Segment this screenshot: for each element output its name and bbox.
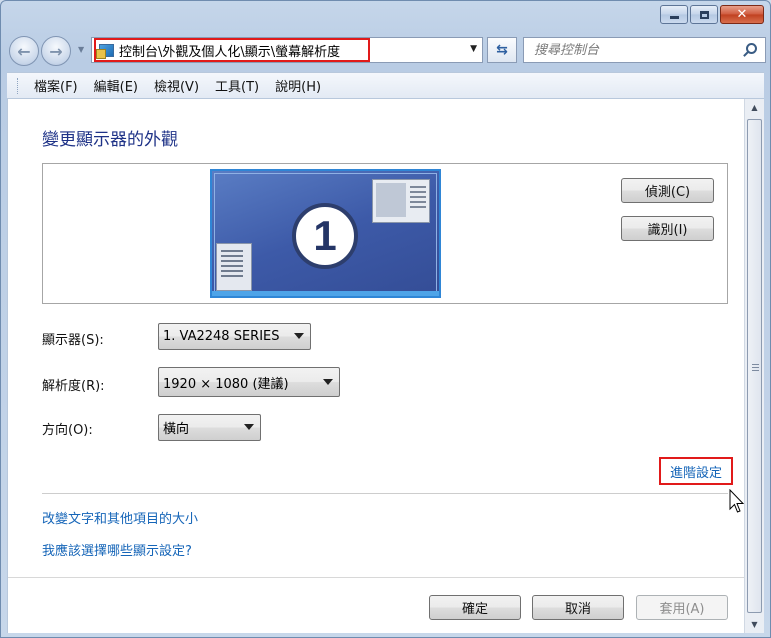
ok-button[interactable]: 確定 xyxy=(429,595,521,620)
control-panel-icon xyxy=(96,43,114,59)
minimize-button[interactable] xyxy=(660,5,688,24)
minimize-icon xyxy=(669,16,679,19)
back-button[interactable]: ← xyxy=(9,36,39,66)
back-arrow-icon: ← xyxy=(17,41,31,61)
menu-file[interactable]: 檔案(F) xyxy=(26,73,86,98)
scroll-up-icon[interactable]: ▲ xyxy=(745,99,764,116)
display-select-value: 1. VA2248 SERIES xyxy=(163,329,280,344)
which-settings-link[interactable]: 我應該選擇哪些顯示設定? xyxy=(42,540,192,559)
divider xyxy=(42,493,728,494)
vertical-scrollbar[interactable]: ▲ ▼ xyxy=(744,99,764,633)
chevron-down-icon xyxy=(323,379,333,385)
content-pane: 變更顯示器的外觀 1 偵測(C) 識別(I) 顯示器(S): 1. VA2248… xyxy=(7,99,745,633)
thumb-grip xyxy=(752,364,759,371)
maximize-button[interactable] xyxy=(690,5,718,24)
maximize-icon xyxy=(699,10,709,19)
orientation-label: 方向(O): xyxy=(42,423,93,438)
menu-edit[interactable]: 編輯(E) xyxy=(86,73,146,98)
menu-view[interactable]: 檢視(V) xyxy=(146,73,207,98)
resolution-select-value: 1920 × 1080 (建議) xyxy=(163,376,289,392)
search-input[interactable] xyxy=(524,38,734,62)
document-thumbnail-icon xyxy=(216,243,252,291)
monitor-1-preview[interactable]: 1 xyxy=(210,169,441,298)
orientation-select[interactable]: 橫向 xyxy=(158,414,261,441)
address-highlight: 控制台\外觀及個人化\顯示\螢幕解析度 xyxy=(94,38,370,62)
monitor-number-badge: 1 xyxy=(292,203,358,269)
orientation-select-value: 橫向 xyxy=(163,422,190,437)
address-bar[interactable]: 控制台\外觀及個人化\顯示\螢幕解析度 ▼ xyxy=(91,37,483,63)
menu-bar: 檔案(F) 編輯(E) 檢視(V) 工具(T) 說明(H) xyxy=(7,72,764,99)
menu-tools[interactable]: 工具(T) xyxy=(207,73,267,98)
menu-help[interactable]: 說明(H) xyxy=(267,73,329,98)
apply-button[interactable]: 套用(A) xyxy=(636,595,728,620)
identify-button[interactable]: 識別(I) xyxy=(621,216,714,241)
search-icon[interactable] xyxy=(746,43,757,54)
taskbar-strip xyxy=(212,291,439,296)
forward-arrow-icon: → xyxy=(49,41,63,61)
caption-buttons: ✕ xyxy=(660,5,764,24)
refresh-button[interactable]: ⇆ xyxy=(487,37,517,63)
page-title: 變更顯示器的外觀 xyxy=(42,130,178,150)
menu-grip xyxy=(17,77,20,94)
scroll-thumb[interactable] xyxy=(747,119,762,613)
display-label: 顯示器(S): xyxy=(42,333,104,348)
window-thumbnail-icon xyxy=(372,179,430,223)
footer-divider xyxy=(8,577,745,578)
text-size-link[interactable]: 改變文字和其他項目的大小 xyxy=(42,508,198,527)
navigation-bar: ← → ▼ 控制台\外觀及個人化\顯示\螢幕解析度 ▼ ⇆ xyxy=(7,35,766,67)
resolution-label: 解析度(R): xyxy=(42,379,105,394)
close-button[interactable]: ✕ xyxy=(720,5,764,24)
refresh-icon: ⇆ xyxy=(496,42,508,58)
search-box[interactable] xyxy=(523,37,766,63)
chevron-down-icon xyxy=(244,424,254,430)
display-select[interactable]: 1. VA2248 SERIES xyxy=(158,323,311,350)
monitor-number: 1 xyxy=(313,212,337,259)
detect-button[interactable]: 偵測(C) xyxy=(621,178,714,203)
display-preview-area: 1 偵測(C) 識別(I) xyxy=(42,163,728,304)
address-path[interactable]: 控制台\外觀及個人化\顯示\螢幕解析度 xyxy=(119,41,340,60)
window-frame: ✕ ← → ▼ 控制台\外觀及個人化\顯示\螢幕解析度 ▼ ⇆ 檔案(F) 編輯… xyxy=(0,0,771,638)
advanced-settings-link[interactable]: 進階設定 xyxy=(659,457,733,485)
forward-button[interactable]: → xyxy=(41,36,71,66)
chevron-down-icon xyxy=(294,333,304,339)
cancel-button[interactable]: 取消 xyxy=(532,595,624,620)
address-dropdown-icon[interactable]: ▼ xyxy=(470,44,477,54)
scroll-down-icon[interactable]: ▼ xyxy=(745,616,764,633)
resolution-select[interactable]: 1920 × 1080 (建議) xyxy=(158,367,340,397)
recent-pages-dropdown-icon[interactable]: ▼ xyxy=(78,45,84,54)
close-icon: ✕ xyxy=(736,7,748,22)
